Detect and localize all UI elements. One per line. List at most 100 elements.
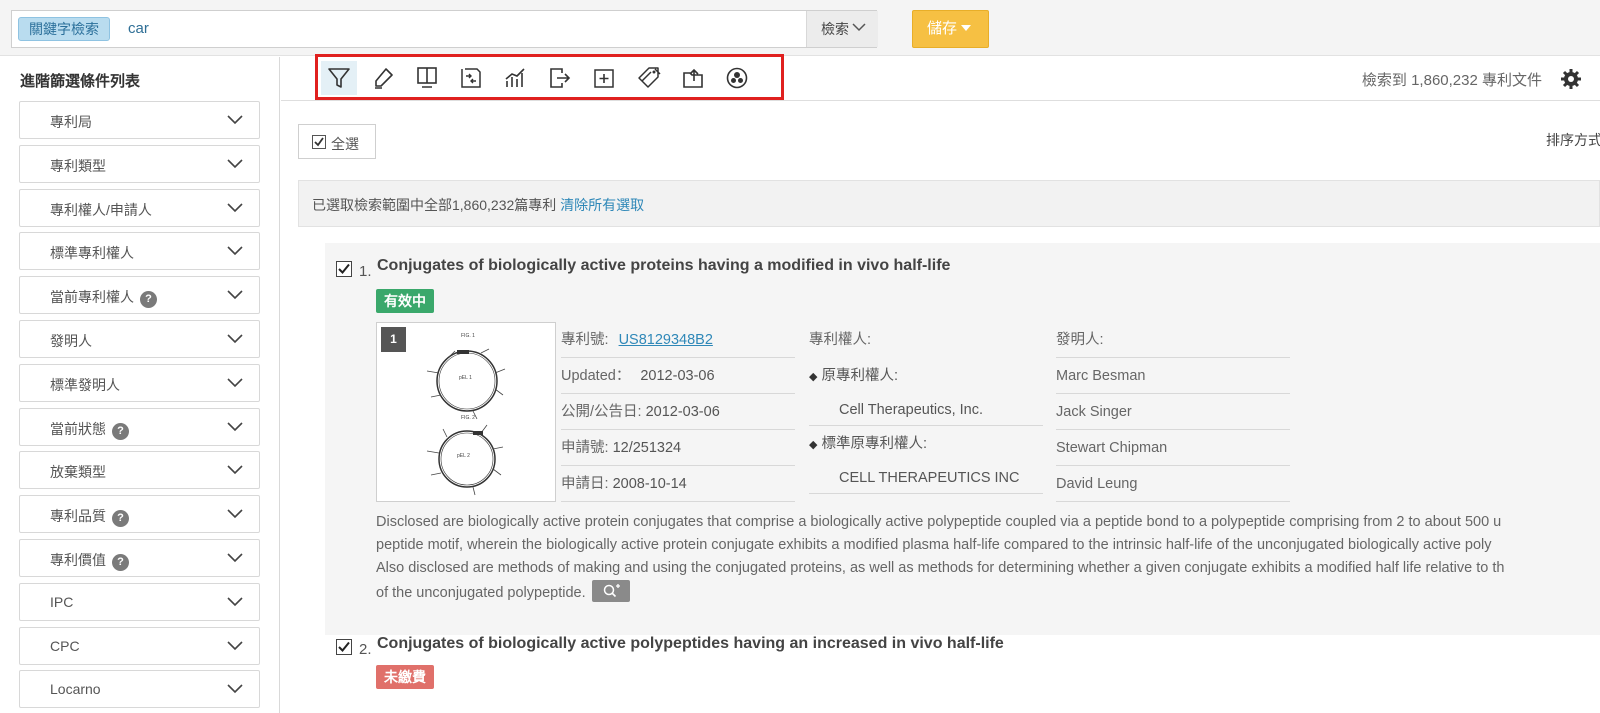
- patent-drawing-thumbnail[interactable]: 1 pEL 1 FIG. 1 pEL 2 FIG. 2: [376, 322, 556, 502]
- save-button[interactable]: 儲存: [912, 10, 989, 48]
- filter-item[interactable]: CPC: [19, 627, 260, 665]
- filter-item[interactable]: Locarno: [19, 670, 260, 708]
- filter-item[interactable]: 標準專利權人: [19, 232, 260, 270]
- highlighter-icon[interactable]: [365, 61, 401, 95]
- filter-item-label: 放棄類型: [50, 464, 106, 480]
- application-date-row: 申請日: 2008-10-14: [561, 466, 795, 502]
- checkbox-checked-icon[interactable]: [336, 261, 352, 277]
- help-icon[interactable]: ?: [112, 423, 129, 440]
- owner-column: 專利權人: ◆ 原專利權人: Cell Therapeutics, Inc. ◆ 標…: [809, 322, 1043, 494]
- inventor-name[interactable]: Jack Singer: [1056, 394, 1290, 430]
- bar-chart-icon[interactable]: [497, 61, 533, 95]
- filter-item[interactable]: IPC: [19, 583, 260, 621]
- publication-date-label: 公開/公告日:: [561, 404, 642, 420]
- sidebar-title: 進階篩選條件列表: [20, 73, 141, 90]
- sort-label[interactable]: 排序方式: [1546, 130, 1600, 150]
- help-icon[interactable]: ?: [112, 554, 129, 571]
- chevron-down-icon: [227, 422, 243, 432]
- filter-item[interactable]: 專利局: [19, 101, 260, 139]
- filter-icon[interactable]: [321, 61, 357, 95]
- add-icon[interactable]: [586, 61, 622, 95]
- filter-item-label-wrap: 當前專利權人?: [50, 287, 157, 308]
- result-title[interactable]: Conjugates of biologically active polype…: [377, 635, 1004, 653]
- standard-owner[interactable]: CELL THERAPEUTICS INC: [809, 460, 1043, 494]
- result-title[interactable]: Conjugates of biologically active protei…: [377, 257, 950, 275]
- patent-number-label: 專利號:: [561, 332, 609, 348]
- abstract-line-last: of the unconjugated polypeptide.: [376, 580, 1600, 605]
- chevron-down-icon: [227, 553, 243, 563]
- filter-item[interactable]: 當前專利權人?: [19, 276, 260, 314]
- patent-meta-column: 專利號: US8129348B2 Updated： 2012-03-06 公開/…: [561, 322, 795, 502]
- inventor-name[interactable]: David Leung: [1056, 466, 1290, 502]
- filter-item-label: IPC: [50, 594, 74, 610]
- filter-item[interactable]: 專利權人/申請人: [19, 189, 260, 227]
- filter-item-label: 當前狀態: [50, 421, 106, 437]
- updated-row: Updated： 2012-03-06: [561, 358, 795, 394]
- result-item: 2. Conjugates of biologically active pol…: [325, 635, 1600, 713]
- chevron-down-icon: [227, 334, 243, 344]
- filter-item-label: 標準發明人: [50, 377, 120, 393]
- search-type-tag[interactable]: 關鍵字檢索: [18, 17, 110, 41]
- svg-text:FIG. 1: FIG. 1: [461, 333, 475, 339]
- inventor-column: 發明人: Marc Besman Jack Singer Stewart Chi…: [1056, 322, 1290, 502]
- publication-date: 2012-03-06: [645, 404, 720, 420]
- patent-number-link[interactable]: US8129348B2: [619, 332, 713, 348]
- filter-item-label: 專利價值: [50, 552, 106, 568]
- original-owner[interactable]: Cell Therapeutics, Inc.: [809, 392, 1043, 426]
- help-icon[interactable]: ?: [140, 291, 157, 308]
- abstract-line: peptide motif, wherein the biologically …: [376, 537, 1492, 553]
- filter-item-label-wrap: 當前狀態?: [50, 419, 129, 440]
- folder-export-icon[interactable]: [675, 61, 711, 95]
- status-badge: 有效中: [376, 289, 434, 313]
- filter-item-label: 標準專利權人: [50, 245, 134, 261]
- abstract-line: Also disclosed are methods of making and…: [376, 560, 1505, 576]
- save-button-label: 儲存: [927, 20, 958, 37]
- tag-icon[interactable]: [631, 61, 667, 95]
- selection-text: 已選取檢索範圍中全部1,860,232篇專利: [312, 197, 557, 213]
- status-badge: 未繳費: [376, 665, 434, 689]
- gear-icon[interactable]: [1560, 68, 1582, 90]
- checkbox-checked-icon: [312, 135, 326, 149]
- result-number: 1.: [359, 263, 372, 280]
- search-scope-dropdown[interactable]: 檢索: [806, 11, 878, 47]
- checkbox-checked-icon[interactable]: [336, 639, 352, 655]
- inventor-name[interactable]: Stewart Chipman: [1056, 430, 1290, 466]
- application-date: 2008-10-14: [612, 476, 687, 492]
- filter-item[interactable]: 當前狀態?: [19, 408, 260, 446]
- result-item: 1. Conjugates of biologically active pro…: [325, 243, 1600, 635]
- search-query-text[interactable]: car: [128, 20, 149, 37]
- compare-icon[interactable]: [453, 61, 489, 95]
- original-owner-label: 原專利權人:: [821, 368, 898, 384]
- results-toolbar: 檢索到 1,860,232 專利文件: [281, 54, 1600, 101]
- clear-selection-link[interactable]: 清除所有選取: [560, 197, 644, 213]
- application-number: 12/251324: [612, 440, 682, 456]
- chevron-down-icon: [227, 159, 243, 169]
- abstract-line: of the unconjugated polypeptide.: [376, 585, 586, 601]
- filter-item-label: 專利品質: [50, 508, 106, 524]
- filter-item[interactable]: 專利品質?: [19, 495, 260, 533]
- publication-date-row: 公開/公告日: 2012-03-06: [561, 394, 795, 430]
- chevron-down-icon: [227, 465, 243, 475]
- filter-item[interactable]: 專利價值?: [19, 539, 260, 577]
- diamond-bullet-icon: ◆: [809, 439, 818, 451]
- cluster-icon[interactable]: [719, 61, 755, 95]
- export-icon[interactable]: [541, 61, 577, 95]
- chevron-down-icon: [227, 597, 243, 607]
- help-icon[interactable]: ?: [112, 510, 129, 527]
- filter-item[interactable]: 標準發明人: [19, 364, 260, 402]
- abstract-line: Disclosed are biologically active protei…: [376, 514, 1502, 530]
- select-all-button[interactable]: 全選: [298, 124, 376, 159]
- svg-text:pEL 1: pEL 1: [459, 375, 472, 381]
- chevron-down-icon: [227, 115, 243, 125]
- chevron-down-icon: [227, 290, 243, 300]
- monitor-icon[interactable]: [409, 61, 445, 95]
- svg-text:pEL 2: pEL 2: [457, 453, 470, 459]
- filter-item-label: Locarno: [50, 681, 101, 697]
- selection-banner: 已選取檢索範圍中全部1,860,232篇專利 清除所有選取: [298, 180, 1600, 227]
- filter-item[interactable]: 放棄類型: [19, 451, 260, 489]
- zoom-in-button[interactable]: [591, 580, 630, 602]
- filter-item[interactable]: 專利類型: [19, 145, 260, 183]
- search-input[interactable]: 關鍵字檢索 car 檢索: [11, 10, 878, 48]
- inventor-name[interactable]: Marc Besman: [1056, 358, 1290, 394]
- filter-item[interactable]: 發明人: [19, 320, 260, 358]
